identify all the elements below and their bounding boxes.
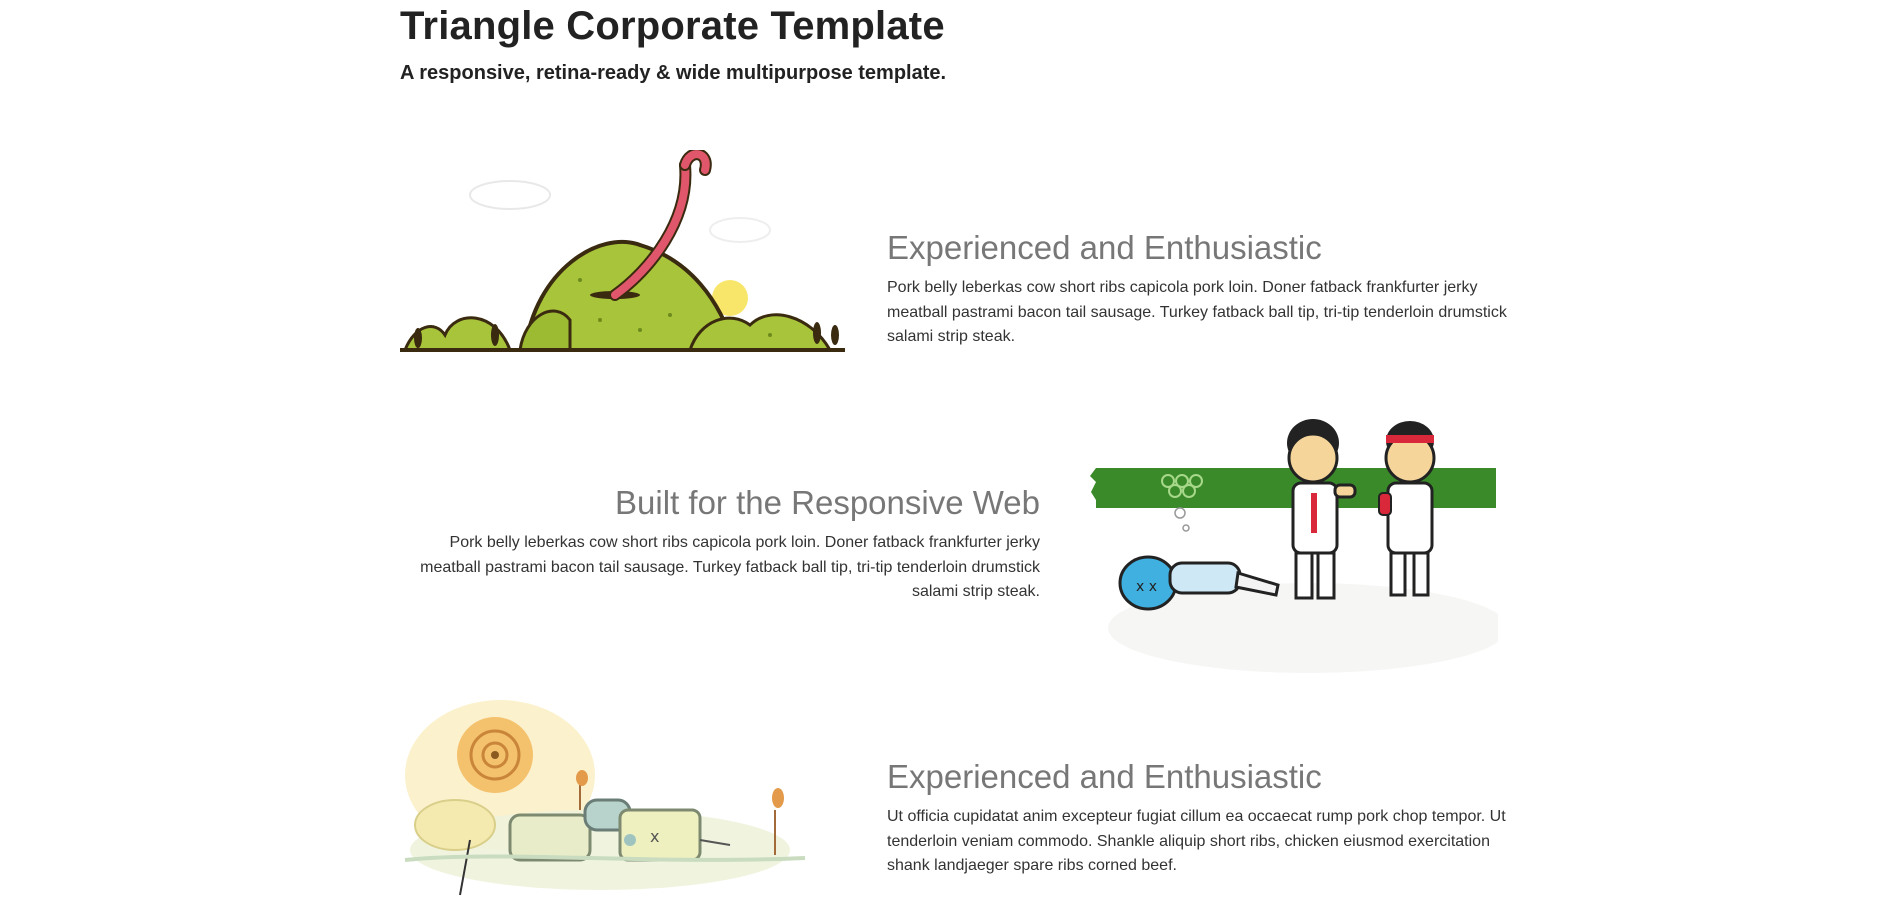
feature-description: Pork belly leberkas cow short ribs capic… [420, 534, 1040, 600]
feature-row-3: x Experienced and Enthusiastic Ut offici [400, 700, 1520, 917]
feature-text-1: Experienced and Enthusiastic Pork belly … [887, 228, 1520, 350]
feature-heading: Experienced and Enthusiastic [887, 229, 1322, 266]
feature-row-2: Built for the Responsive Web Pork belly … [400, 413, 1520, 683]
sleeping-robot-illustration: x [400, 700, 810, 917]
content-container: Triangle Corporate Template A responsive… [400, 0, 1520, 896]
page: Triangle Corporate Template A responsive… [0, 0, 1895, 917]
green-hills-worm-illustration [400, 150, 850, 360]
feature-text-3: Experienced and Enthusiastic Ut officia … [887, 757, 1520, 879]
feature-text-2: Built for the Responsive Web Pork belly … [400, 483, 1040, 605]
feature-heading: Built for the Responsive Web [615, 484, 1040, 521]
feature-heading: Experienced and Enthusiastic [887, 758, 1322, 795]
feature-description: Ut officia cupidatat anim excepteur fugi… [887, 808, 1506, 874]
svg-text:x x: x x [1136, 579, 1157, 595]
feature-description: Pork belly leberkas cow short ribs capic… [887, 279, 1507, 345]
page-title: Triangle Corporate Template [400, 4, 945, 48]
feature-row-1: Experienced and Enthusiastic Pork belly … [400, 150, 1520, 360]
svg-text:x: x [650, 827, 659, 846]
page-subtitle: A responsive, retina-ready & wide multip… [400, 62, 947, 84]
karate-fighters-illustration: x x [1088, 413, 1498, 683]
